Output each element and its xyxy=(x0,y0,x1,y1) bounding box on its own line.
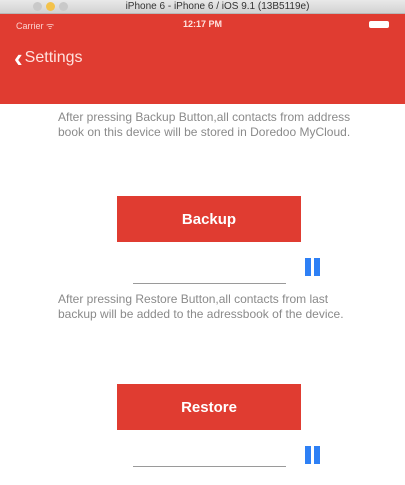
back-button[interactable]: ‹ Settings xyxy=(14,45,82,71)
pause-bar-left xyxy=(305,258,311,276)
backup-description: After pressing Backup Button,all contact… xyxy=(58,110,351,139)
backup-button[interactable]: Backup xyxy=(117,196,301,242)
battery-icon xyxy=(369,21,389,28)
restore-button[interactable]: Restore xyxy=(117,384,301,430)
app-header: Carrier ᯤ 12:17 PM ‹ Settings xyxy=(0,14,405,104)
backup-progress-bar xyxy=(133,283,286,284)
status-time: 12:17 PM xyxy=(182,19,223,29)
simulator-window-title: iPhone 6 - iPhone 6 / iOS 9.1 (13B5119e) xyxy=(125,1,310,12)
back-button-label: Settings xyxy=(24,49,83,66)
navigation-bar: ‹ Settings xyxy=(0,36,405,80)
status-bar: Carrier ᯤ 12:17 PM xyxy=(0,14,405,36)
pause-bar-left xyxy=(305,446,311,464)
restore-progress-bar xyxy=(133,466,286,467)
restore-description: After pressing Restore Button,all contac… xyxy=(58,292,344,321)
chevron-left-icon: ‹ xyxy=(14,43,23,73)
restore-pause-icon[interactable] xyxy=(305,446,321,464)
pause-bar-right xyxy=(314,258,320,276)
pause-bar-right xyxy=(314,446,320,464)
simulator-titlebar: iPhone 6 - iPhone 6 / iOS 9.1 (13B5119e) xyxy=(0,0,405,14)
backup-pause-icon[interactable] xyxy=(305,258,321,276)
